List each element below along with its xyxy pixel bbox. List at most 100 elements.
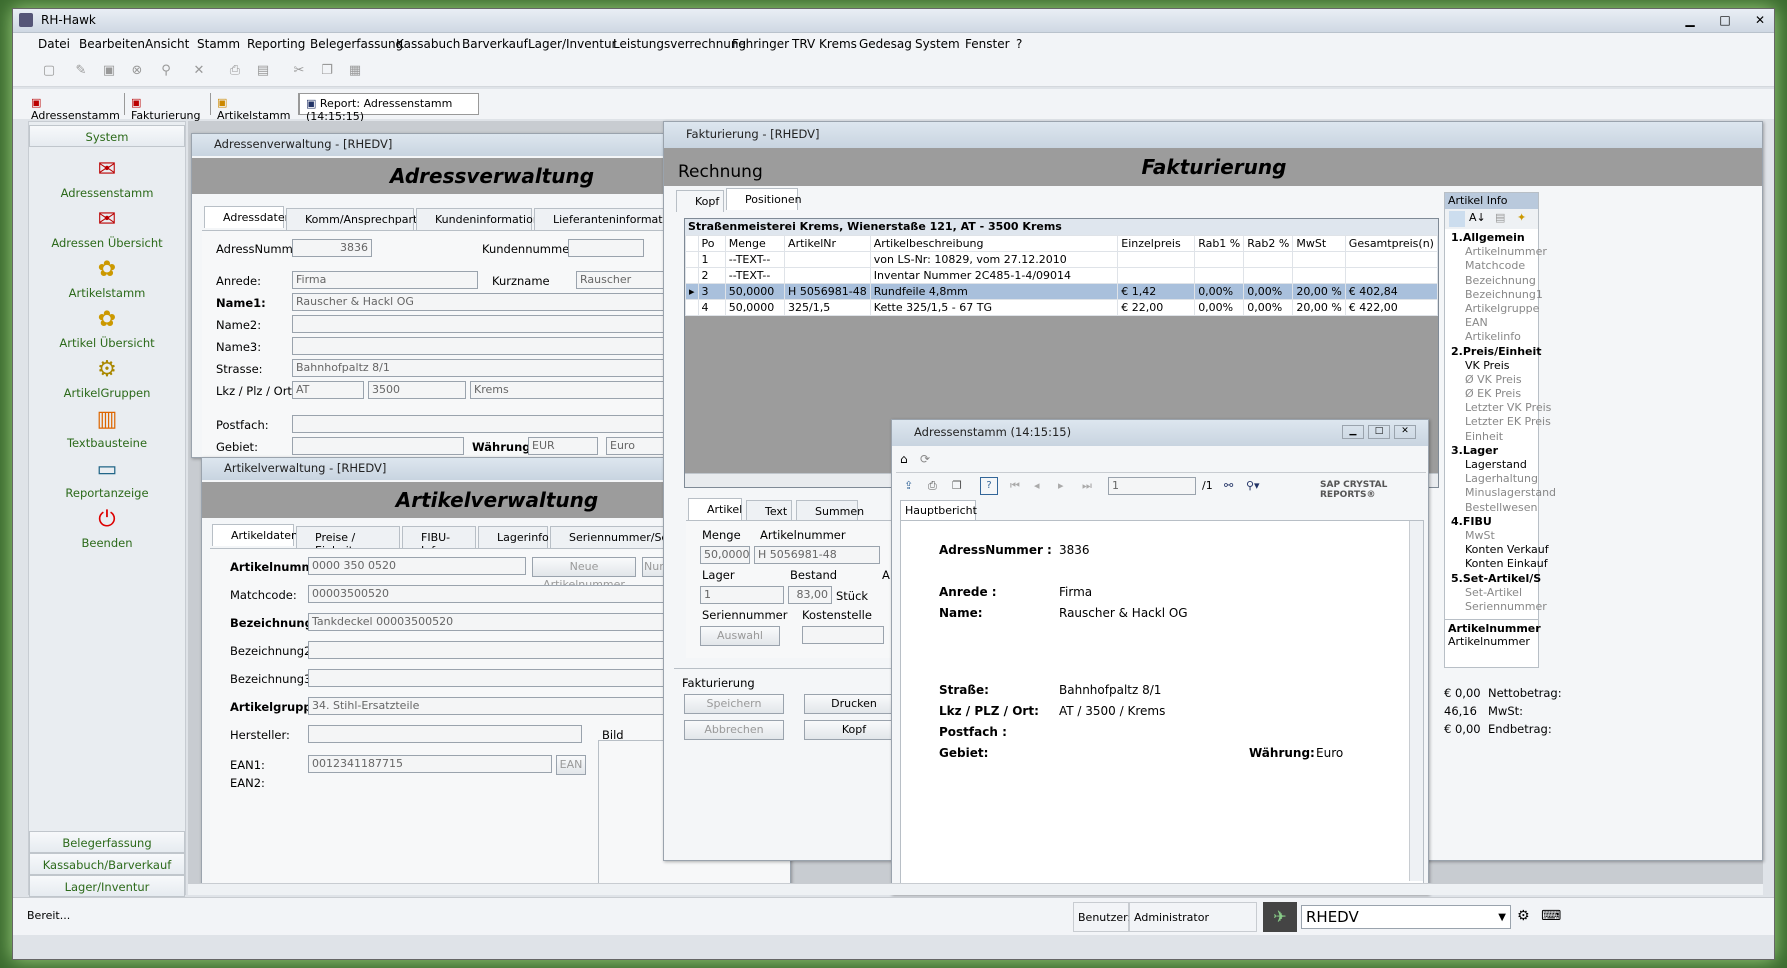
- bestand-field[interactable]: 83,00: [788, 586, 832, 604]
- minimize-button[interactable]: ▁: [1675, 11, 1705, 29]
- anrede-select[interactable]: Firma: [292, 271, 478, 289]
- next-page-icon[interactable]: ▸: [1058, 479, 1064, 492]
- tree-item[interactable]: Lagerhaltung: [1445, 472, 1538, 486]
- tree-category[interactable]: 1.Allgemein: [1445, 231, 1538, 245]
- hersteller-field[interactable]: [308, 725, 582, 743]
- nav-artikelgruppen[interactable]: ⚙ ArtikelGruppen: [29, 356, 185, 400]
- edit-icon[interactable]: ✎: [73, 63, 89, 79]
- column-header[interactable]: ArtikelNr: [784, 235, 871, 252]
- tree-item[interactable]: Einheit: [1445, 430, 1538, 444]
- tree-category[interactable]: 3.Lager: [1445, 444, 1538, 458]
- keyboard-icon[interactable]: ⌨: [1541, 908, 1561, 924]
- row-selector[interactable]: [685, 267, 699, 284]
- subtab-artikel[interactable]: Artikel: [688, 498, 742, 520]
- paste-icon[interactable]: ▦: [347, 63, 363, 79]
- zoom-icon[interactable]: ⚲▾: [1246, 479, 1260, 492]
- tree-item[interactable]: Minuslagerstand: [1445, 486, 1556, 500]
- report-export-icon[interactable]: ⌂: [900, 452, 908, 466]
- nav-belegerfassung-button[interactable]: Belegerfassung: [29, 831, 185, 853]
- menu-item[interactable]: Ansicht: [145, 37, 189, 51]
- delete-icon[interactable]: ✕: [191, 63, 207, 79]
- artikelnummer-field[interactable]: 0000 350 0520: [308, 557, 526, 575]
- nav-adressenstamm[interactable]: ✉ Adressenstamm: [29, 156, 185, 200]
- tree-category[interactable]: 4.FIBU: [1445, 515, 1538, 529]
- tree-category[interactable]: 5.Set-Artikel/S: [1445, 572, 1541, 586]
- menu-item[interactable]: Belegerfassung: [310, 37, 403, 51]
- menu-item[interactable]: Fenster: [965, 37, 1010, 51]
- nav-beenden[interactable]: ⏻ Beenden: [29, 506, 185, 550]
- nav-kassabuch-button[interactable]: Kassabuch/Barverkauf: [29, 853, 185, 875]
- tree-item[interactable]: Matchcode: [1445, 259, 1538, 273]
- menu-item[interactable]: TRV Krems: [792, 37, 857, 51]
- menu-item[interactable]: Stamm: [197, 37, 240, 51]
- new-article-number-button[interactable]: Neue Artikelnummer: [532, 557, 636, 591]
- tree-item[interactable]: Lagerstand: [1445, 458, 1538, 472]
- tree-item[interactable]: Konten Einkauf: [1445, 557, 1548, 571]
- categorized-icon[interactable]: [1449, 211, 1465, 227]
- report-refresh-icon[interactable]: ⟳: [920, 452, 930, 466]
- ean1-field[interactable]: 0012341187715: [308, 755, 552, 773]
- subtab-summen[interactable]: Summen: [796, 500, 864, 522]
- report-minimize-button[interactable]: ▁: [1342, 425, 1364, 439]
- sort-alpha-icon[interactable]: A↓: [1469, 211, 1486, 224]
- menu-item[interactable]: Gedesag: [859, 37, 912, 51]
- maximize-button[interactable]: □: [1710, 11, 1740, 29]
- doctab-report[interactable]: ▣ Report: Adressenstamm (14:15:15): [299, 93, 479, 123]
- nav-adressen-uebersicht[interactable]: ✉ Adressen Übersicht: [29, 206, 185, 250]
- column-header[interactable]: MwSt: [1292, 235, 1346, 252]
- adressnummer-field[interactable]: 3836: [292, 239, 372, 257]
- tab-kundeninfo[interactable]: Kundeninformationen: [416, 208, 554, 230]
- tree-item[interactable]: MwSt: [1445, 529, 1538, 543]
- close-button[interactable]: ✕: [1745, 11, 1774, 29]
- tree-item[interactable]: Seriennummer: [1445, 600, 1547, 614]
- tab-hauptbericht[interactable]: Hauptbericht: [900, 500, 977, 520]
- table-row[interactable]: 2 --TEXT-- Inventar Nummer 2C485-1-4/09014: [685, 267, 1439, 284]
- tab-fibu[interactable]: FIBU-Infos: [402, 526, 476, 557]
- nav-textbausteine[interactable]: ▥ Textbausteine: [29, 406, 185, 450]
- tree-item[interactable]: Set-Artikel: [1445, 586, 1538, 600]
- tree-item[interactable]: Konten Verkauf: [1445, 543, 1549, 557]
- tab-preise[interactable]: Preise / Einheiten: [296, 526, 400, 557]
- tree-item[interactable]: Bestellwesen: [1445, 501, 1538, 515]
- tree-item[interactable]: Artikelgruppe: [1445, 302, 1539, 316]
- kundennummer-field[interactable]: [568, 239, 644, 257]
- mdi-horizontal-scrollbar[interactable]: [188, 883, 1763, 895]
- tree-item[interactable]: Bezeichnung: [1445, 274, 1538, 288]
- lkz-select[interactable]: AT: [292, 381, 364, 399]
- tree-item[interactable]: EAN: [1445, 316, 1538, 330]
- row-selector[interactable]: [685, 251, 699, 268]
- column-header[interactable]: Rab1 %: [1194, 235, 1245, 252]
- tab-positionen[interactable]: Positionen: [726, 188, 802, 210]
- tree-item[interactable]: Artikelnummer: [1445, 245, 1547, 259]
- column-header[interactable]: Rab2 %: [1243, 235, 1294, 252]
- speichern-button[interactable]: Speichern: [684, 694, 784, 714]
- column-header[interactable]: Artikelbeschreibung: [869, 235, 1119, 252]
- print-icon[interactable]: ⎙: [227, 63, 243, 79]
- waehrung-select[interactable]: EUR: [528, 437, 598, 455]
- drucken-button[interactable]: Drucken: [804, 694, 904, 714]
- kopf-button[interactable]: Kopf: [804, 720, 904, 740]
- prev-page-icon[interactable]: ◂: [1034, 479, 1040, 492]
- table-row[interactable]: 1 --TEXT-- von LS-Nr: 10829, vom 27.12.201…: [685, 251, 1439, 268]
- ean-button[interactable]: EAN: [556, 755, 586, 775]
- preview-icon[interactable]: ▤: [255, 63, 271, 79]
- tab-komm[interactable]: Komm/Ansprechpartner: [286, 208, 436, 230]
- plz-field[interactable]: 3500: [368, 381, 466, 399]
- tree-item[interactable]: Ø EK Preis: [1445, 387, 1538, 401]
- tree-item[interactable]: Bezeichnung1: [1445, 288, 1543, 302]
- report-vertical-scrollbar[interactable]: [1409, 521, 1423, 881]
- pages-icon[interactable]: ▤: [1495, 211, 1505, 224]
- doctab-artikelstamm[interactable]: ▣ Artikelstamm: [211, 93, 299, 122]
- copy-report-icon[interactable]: ❐: [952, 479, 962, 492]
- row-selector[interactable]: [685, 299, 699, 316]
- menu-item[interactable]: Datei: [38, 37, 70, 51]
- cut-icon[interactable]: ✂: [291, 63, 307, 79]
- print-report-icon[interactable]: ⎙: [928, 479, 937, 493]
- nav-lager-button[interactable]: Lager/Inventur: [29, 875, 185, 897]
- menu-item[interactable]: System: [915, 37, 960, 51]
- page-input[interactable]: 1: [1108, 477, 1196, 495]
- nav-artikel-uebersicht[interactable]: ✿ Artikel Übersicht: [29, 306, 185, 350]
- copy-icon[interactable]: ❐: [319, 63, 335, 79]
- menu-item[interactable]: Kassabuch: [396, 37, 460, 51]
- table-row[interactable]: 4 50,0000 325/1,5 Kette 325/1,5 - 67 TG € 22…: [685, 299, 1439, 316]
